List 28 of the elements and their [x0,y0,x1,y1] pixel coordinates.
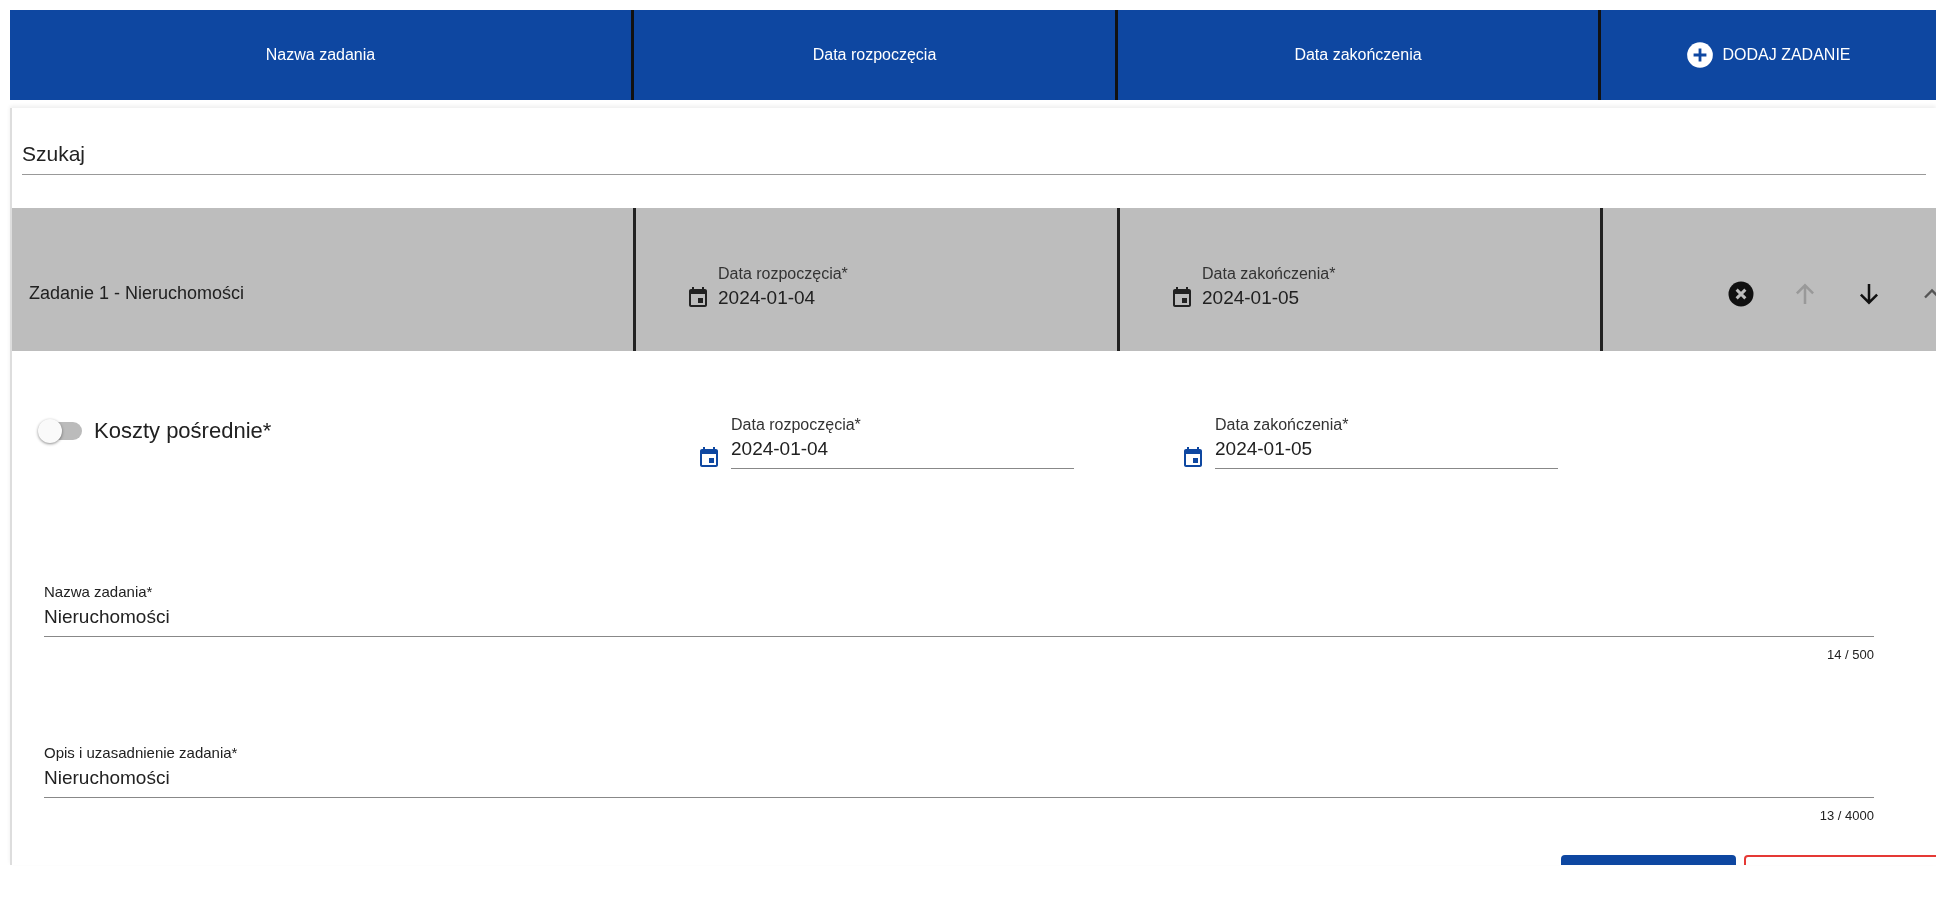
date-label: Data rozpoczęcia* [718,264,848,283]
search-field[interactable]: Szukaj [22,138,1926,175]
field-label: Nazwa zadania* [44,583,154,600]
task-title: Zadanie 1 - Nieruchomości [29,283,245,304]
character-counter: 14 / 500 [1826,647,1874,662]
date-label: Data rozpoczęcia* [731,416,862,434]
date-value: 2024-01-05 [1215,438,1314,460]
calendar-icon[interactable] [686,284,710,309]
calendar-icon[interactable] [1170,284,1194,309]
column-header: Data zakończenia [1294,46,1422,64]
calendar-icon[interactable] [1181,445,1205,469]
field-label: Opis i uzasadnienie zadania* [44,744,239,761]
button[interactable] [1744,855,1936,865]
toggle-label: Koszty pośrednie* [94,418,272,444]
date-label: Data zakończenia* [1202,264,1336,283]
text-field[interactable]: Nieruchomości [44,761,1874,798]
task-row[interactable]: Zadanie 1 - Nieruchomości Data rozpoczęcia* 2024-01-04 Data zakończenia* 2024-01-05 [12,208,1936,351]
text-field[interactable]: Nieruchomości [44,600,1874,637]
date-value: 2024-01-04 [731,438,830,460]
character-counter: 13 / 4000 [1818,808,1874,823]
column-header: Nazwa zadania [265,46,376,64]
date-value: 2024-01-05 [1202,286,1301,309]
plus-circle-icon [1686,41,1715,69]
calendar-icon[interactable] [697,445,721,469]
column-header: Data rozpoczęcia [812,46,937,64]
add-task-button[interactable]: DODAJ ZADANIE [1680,35,1857,75]
date-value: 2024-01-04 [718,286,817,309]
date-label: Data zakończenia* [1215,416,1350,434]
